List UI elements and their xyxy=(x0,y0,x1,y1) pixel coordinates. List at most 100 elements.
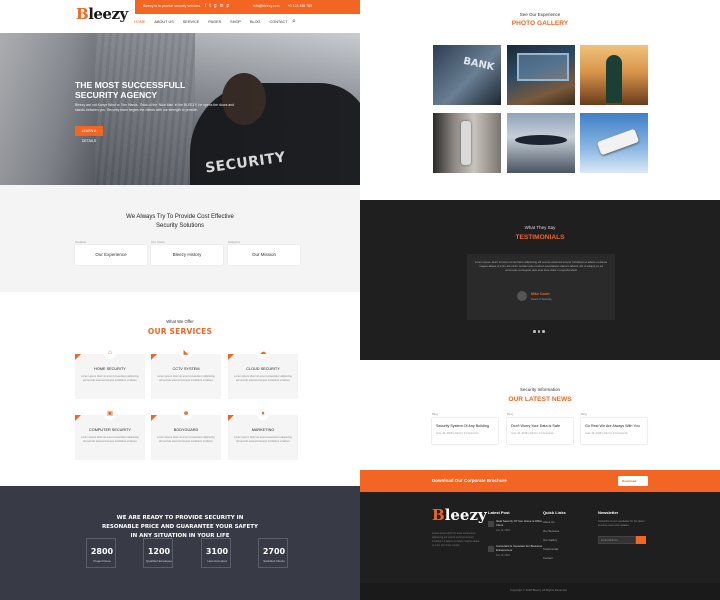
download-button[interactable]: Download xyxy=(618,476,648,486)
top-bar-phone[interactable]: +0 123 456 789 xyxy=(288,4,312,8)
carousel-dot[interactable] xyxy=(533,330,536,333)
top-bar-slogan: Bleezy is to provide security services xyxy=(143,4,201,8)
linkedin-icon[interactable]: in xyxy=(220,3,224,10)
service-card[interactable]: ▣ Computer Security Lorem ipsum dolor si… xyxy=(75,408,145,460)
quick-link[interactable]: Testimonials xyxy=(543,547,558,551)
twitter-icon[interactable]: t xyxy=(209,3,210,10)
left-column: Bleezy is to provide security services f… xyxy=(0,0,360,600)
quick-link[interactable]: Contact xyxy=(543,556,553,560)
card-corner-accent xyxy=(151,415,157,421)
nav-blog[interactable]: Blog xyxy=(250,20,261,24)
stat-label: Project Done xyxy=(93,559,111,563)
page: Bleezy is to provide security services f… xyxy=(0,0,720,600)
quick-link[interactable]: Our Services xyxy=(543,529,559,533)
service-card[interactable]: ☻ Bodyguard Lorem ipsum dolor sit amet c… xyxy=(151,408,221,460)
logo-rest: leezy xyxy=(444,506,487,524)
testimonial-name: Mike Coder xyxy=(531,292,550,296)
provide-section: We Always Try To Provide Cost Effective … xyxy=(0,185,360,292)
news-card-meta: June 10, 2018 | Admin | 3 Comments xyxy=(511,432,554,435)
testimonials-subtitle: What They Say xyxy=(524,225,556,230)
logo-rest: leezy xyxy=(88,5,128,23)
service-title: Home Security xyxy=(94,367,126,371)
service-title: CCTV System xyxy=(172,367,200,371)
nav-contact[interactable]: Contact xyxy=(270,20,288,24)
hero-text: Bleezy are not Kanye West or Tom Hanks. … xyxy=(75,103,235,112)
copyright-text: Copyright © 2018 Bleezy. All Rights Rese… xyxy=(510,588,567,592)
copyright-bar: Copyright © 2018 Bleezy. All Rights Rese… xyxy=(360,583,720,600)
provide-card-tag: Analytics xyxy=(228,240,241,244)
service-desc: Lorem ipsum dolor sit amet consectetur a… xyxy=(157,375,215,382)
download-button-label: Download xyxy=(622,479,637,483)
nav-pages[interactable]: Pages xyxy=(208,20,221,24)
service-title: Cloud Security xyxy=(246,367,280,371)
news-card[interactable]: Don't Worry Your Data Is Safe June 10, 2… xyxy=(507,418,573,444)
stat-label: Host Accepted xyxy=(207,559,227,563)
latest-post-title[interactable]: Ideal Security Of Your Home & Office Cli… xyxy=(496,519,546,528)
news-card[interactable]: Go Rest We Are Always With You June 10, … xyxy=(581,418,647,444)
service-card[interactable]: ♦ Marketing Lorem ipsum dolor sit amet c… xyxy=(228,408,298,460)
our-experience-card[interactable]: Our Experience xyxy=(75,245,147,265)
marketing-icon: ♦ xyxy=(257,408,269,420)
news-card-title: Don't Worry Your Data Is Safe xyxy=(511,424,561,428)
carousel-dot[interactable] xyxy=(542,330,545,333)
stat-number: 3100 xyxy=(205,547,229,556)
nav-about[interactable]: About Us xyxy=(154,20,173,24)
service-title: Marketing xyxy=(251,428,275,432)
stat-box: 1200 Qualified Employee xyxy=(143,538,173,568)
news-subtitle: Security Information xyxy=(519,387,561,392)
brochure-text: Download Our Corporate Brochure xyxy=(432,478,507,483)
newsletter-email-input[interactable]: Email Address xyxy=(598,536,636,544)
site-logo[interactable]: Bleezy xyxy=(76,5,128,23)
gallery-photo-officer[interactable] xyxy=(580,45,648,105)
brochure-band: Download Our Corporate Brochure Download xyxy=(360,470,720,492)
testimonial-role: Head of Security xyxy=(531,297,552,301)
news-card-title: Go Rest We Are Always With You xyxy=(585,424,640,428)
gallery-photo-helicopter[interactable] xyxy=(507,113,575,173)
quick-link[interactable]: About Us xyxy=(543,520,555,524)
card-corner-accent xyxy=(228,415,234,421)
main-nav: Home About Us Service Pages Shop Blog Co… xyxy=(134,20,288,24)
bleezy-history-card[interactable]: Bleezy History xyxy=(151,245,223,265)
newsletter-submit-button[interactable] xyxy=(636,536,646,544)
post-thumbnail xyxy=(488,546,494,552)
news-card-title: Security System Of Any Building xyxy=(436,424,489,428)
footer-logo[interactable]: Bleezy xyxy=(432,506,487,524)
service-desc: Lorem ipsum dolor sit amet consectetur a… xyxy=(157,436,215,443)
our-mission-card[interactable]: Our Mission xyxy=(228,245,300,265)
gallery-photo-cctv-camera[interactable] xyxy=(580,113,648,173)
google-plus-icon[interactable]: g xyxy=(214,3,217,10)
service-card[interactable]: ☁ Cloud Security Lorem ipsum dolor sit a… xyxy=(228,347,298,399)
ready-section: We Are Ready To Provide Security In Reso… xyxy=(0,486,360,600)
service-card[interactable]: ◣ CCTV System Lorem ipsum dolor sit amet… xyxy=(151,347,221,399)
provide-card-tag: Our Vision xyxy=(151,240,165,244)
carousel-dot[interactable] xyxy=(537,330,540,333)
right-column: See Our Experience Photo Gallery What Th… xyxy=(360,0,720,600)
post-thumbnail xyxy=(488,521,494,527)
gallery-subtitle: See Our Experience xyxy=(519,12,561,17)
service-title: Computer Security xyxy=(89,428,131,432)
gallery-photo-door-lock[interactable] xyxy=(433,113,501,173)
card-corner-accent xyxy=(75,415,81,421)
card-corner-accent xyxy=(151,354,157,360)
hero-details-button[interactable]: Learn a Details xyxy=(75,126,103,143)
news-card[interactable]: Security System Of Any Building June 10,… xyxy=(432,418,498,444)
nav-home[interactable]: Home xyxy=(134,20,145,24)
service-card[interactable]: ⌂ Home Security Lorem ipsum dolor sit am… xyxy=(75,347,145,399)
service-desc: Lorem ipsum dolor sit amet consectetur a… xyxy=(81,436,139,443)
pinterest-icon[interactable]: p xyxy=(226,3,229,10)
newsletter-heading: Newsletter xyxy=(598,510,619,515)
news-title: Our Latest News xyxy=(508,396,572,403)
top-bar-email[interactable]: info@bleezy.com xyxy=(253,4,280,8)
search-icon[interactable]: ⌕ xyxy=(292,18,296,26)
latest-post-title[interactable]: Consultant Is Important For Business Ent… xyxy=(496,544,546,553)
quick-link[interactable]: Our Gallery xyxy=(543,538,557,542)
gallery-title: Photo Gallery xyxy=(511,20,569,27)
nav-shop[interactable]: Shop xyxy=(230,20,241,24)
facebook-icon[interactable]: f xyxy=(205,3,206,10)
avatar xyxy=(517,291,527,301)
nav-service[interactable]: Service xyxy=(183,20,200,24)
gallery-photo-bank-guard[interactable] xyxy=(433,45,501,105)
gallery-photo-control-room[interactable] xyxy=(507,45,575,105)
bodyguard-icon: ☻ xyxy=(180,408,192,420)
card-corner-accent xyxy=(75,354,81,360)
